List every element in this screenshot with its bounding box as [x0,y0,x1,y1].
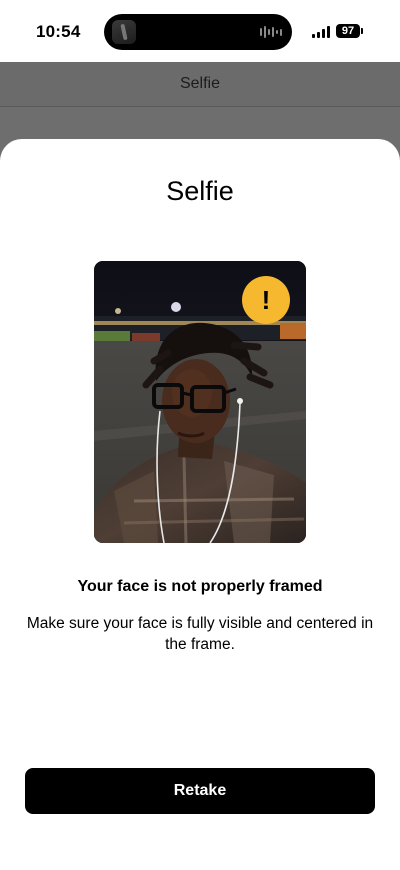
retake-button[interactable]: Retake [25,768,375,814]
background-header: Selfie [0,62,400,107]
audio-wave-icon [260,25,282,39]
status-time: 10:54 [36,22,81,41]
background-page-title: Selfie [179,75,221,92]
app-icon [112,20,136,44]
sheet-title: Selfie [166,176,234,206]
warning-icon: ! [242,276,290,324]
selfie-sheet: Selfie ! Your face is not properly frame… [0,139,400,870]
status-bar: 10:54 97 [0,0,400,62]
error-heading: Your face is not properly framed [77,578,323,595]
error-message: Make sure your face is fully visible and… [26,615,374,653]
dynamic-island[interactable] [104,14,292,50]
signal-icon [312,26,330,38]
battery-icon: 97 [336,24,363,38]
